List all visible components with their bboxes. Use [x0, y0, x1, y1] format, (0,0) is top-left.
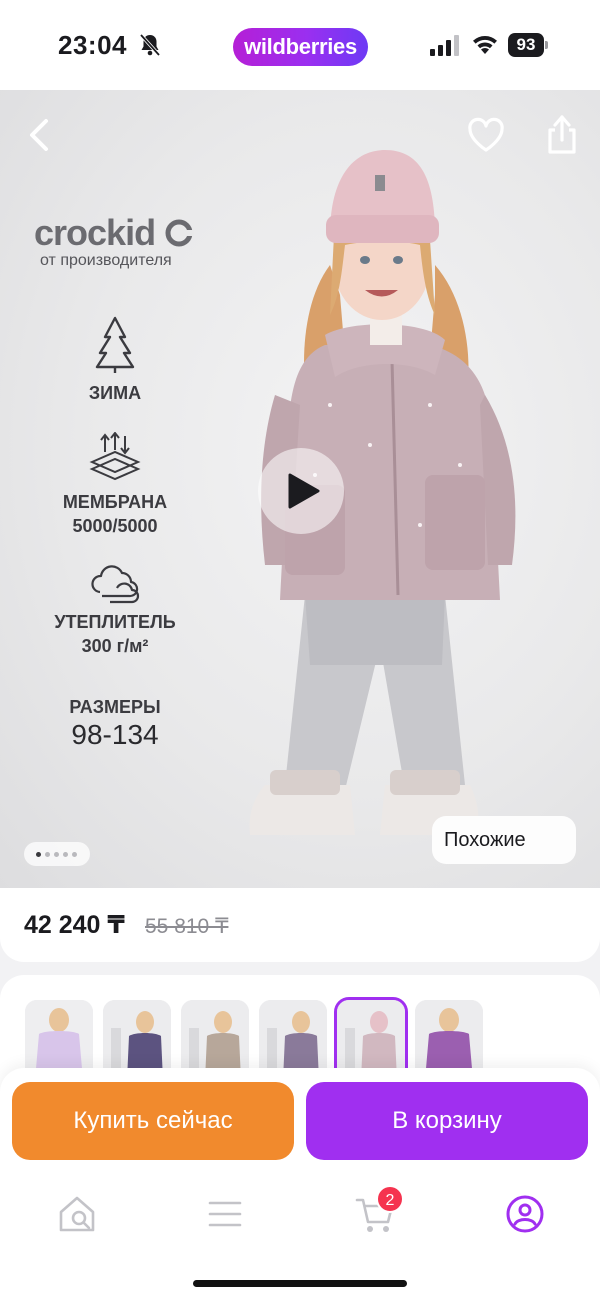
home-indicator — [193, 1280, 407, 1287]
feature-sizes-label: РАЗМЕРЫ — [69, 697, 161, 717]
similar-button[interactable]: Похожие — [432, 816, 576, 864]
snowflake-tree-icon — [95, 316, 135, 373]
carousel-dot[interactable] — [36, 852, 41, 857]
carousel-dot[interactable] — [63, 852, 68, 857]
home-search-icon[interactable] — [55, 1192, 99, 1236]
feature-winter: ЗИМА — [25, 315, 205, 405]
profile-icon[interactable] — [503, 1192, 547, 1236]
buy-now-button[interactable]: Купить сейчас — [12, 1082, 294, 1160]
product-gallery[interactable]: crockid от производителя ЗИМА МЕМБРАНА 5… — [0, 90, 600, 890]
feature-membrane-label: МЕМБРАНА — [62, 492, 168, 512]
brand-logo-text: crockid — [34, 212, 156, 253]
cart-count-badge: 2 — [376, 1185, 404, 1213]
back-arrow-icon[interactable] — [22, 115, 58, 155]
menu-icon[interactable] — [203, 1192, 247, 1236]
feature-insulation-label: УТЕПЛИТЕЛЬ — [54, 612, 176, 632]
wifi-icon — [473, 36, 497, 54]
signal-icon — [430, 35, 459, 56]
feature-membrane-value: 5000/5000 — [72, 516, 158, 536]
cloud-icon — [91, 565, 140, 604]
feature-insulation-value: 300 г/м² — [81, 636, 149, 656]
feature-sizes-value: 98-134 — [71, 719, 159, 750]
battery-icon: 93 — [508, 33, 548, 57]
status-bar: 23:04 wildberries 93 — [0, 0, 600, 90]
bell-muted-icon — [139, 33, 161, 57]
status-time: 23:04 — [58, 30, 127, 60]
bottom-action-bar: Купить сейчас В корзину — [0, 1068, 600, 1300]
play-video-button[interactable] — [258, 448, 344, 534]
play-icon — [288, 473, 320, 509]
battery-tip — [545, 41, 548, 49]
carousel-dot[interactable] — [45, 852, 50, 857]
membrane-icon — [89, 432, 141, 481]
brand-pill: wildberries — [233, 28, 368, 66]
price-current: 42 240 ₸ — [24, 911, 125, 939]
price-card: 42 240 ₸ 55 810 ₸ — [0, 888, 600, 962]
battery-level: 93 — [508, 33, 544, 57]
feature-sizes: РАЗМЕРЫ 98-134 — [25, 695, 205, 751]
carousel-dots — [24, 842, 90, 866]
brand-logo: crockid — [34, 212, 195, 254]
add-to-cart-button[interactable]: В корзину — [306, 1082, 588, 1160]
brand-subtitle: от производителя — [40, 252, 172, 269]
carousel-dot[interactable] — [54, 852, 59, 857]
feature-membrane: МЕМБРАНА 5000/5000 — [25, 432, 205, 538]
feature-insulation: УТЕПЛИТЕЛЬ 300 г/м² — [25, 562, 205, 658]
brand-logo-mark-icon — [165, 219, 195, 247]
price-old: 55 810 ₸ — [145, 915, 229, 938]
carousel-dot[interactable] — [72, 852, 77, 857]
feature-winter-label: ЗИМА — [88, 383, 142, 403]
